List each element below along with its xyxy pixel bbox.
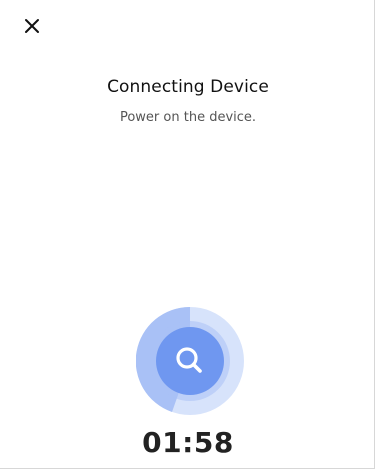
close-icon (25, 19, 39, 33)
page-subtitle: Power on the device. (119, 110, 257, 125)
page-title: Connecting Device (107, 77, 269, 97)
close-button[interactable] (20, 14, 44, 38)
inner-circle (156, 327, 224, 395)
scanner-graphic (135, 306, 244, 415)
countdown-timer: 01:58 (142, 426, 234, 459)
screen-frame: Connecting Device Power on the device. 0… (0, 0, 375, 469)
scanning-indicator (135, 306, 244, 415)
